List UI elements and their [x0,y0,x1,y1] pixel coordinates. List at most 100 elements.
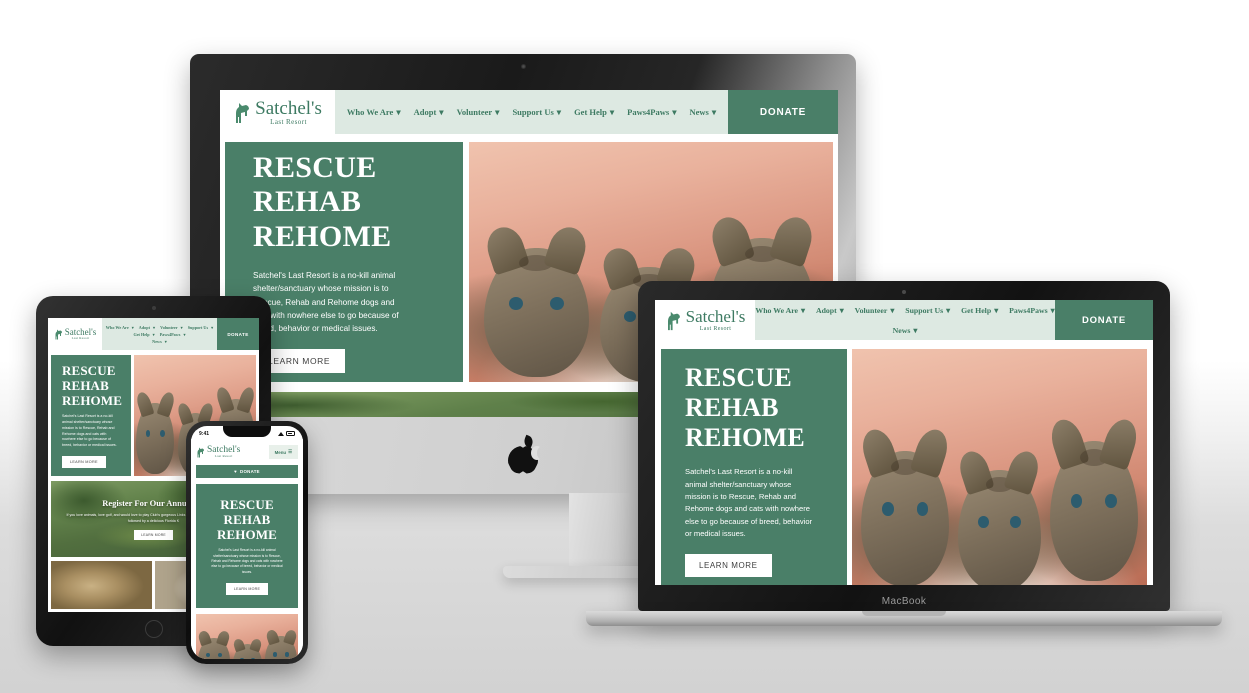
chevron-down-icon: ▾ [152,324,156,330]
chevron-down-icon: ▾ [711,106,717,117]
hero-learn-more-button[interactable]: LEARN MORE [685,554,772,578]
hero-text-panel: RESCUE REHAB REHOME Satchel's Last Resor… [661,349,847,585]
nav-list: Who We Are ▾ Adopt ▾ Volunteer ▾ Support Us… [347,107,716,118]
golf-learn-more-button[interactable]: LEARN MORE [134,529,173,540]
nav-item-support-us[interactable]: Support Us ▾ [188,325,213,330]
macbook-device: Satchel's Last Resort Who We Are ▾ Adopt ▾… [586,281,1222,641]
wifi-icon [278,431,284,436]
nav-item-paws4paws[interactable]: Paws4Paws ▾ [1009,306,1054,315]
site-logo[interactable]: Satchel's Last Resort [48,318,102,350]
hero-heading-line-3: REHOME [253,220,392,254]
kitten-left [198,637,230,659]
chevron-down-icon: ▾ [439,106,444,117]
dog-silhouette-icon [55,329,62,340]
kitten-right [1049,440,1139,582]
chevron-down-icon: ▾ [556,106,562,117]
chevron-down-icon: ▾ [211,324,214,330]
hero-heading-line-1: RESCUE [685,362,793,392]
hero-learn-more-button[interactable]: LEARN MORE [62,456,106,469]
imac-webcam-icon [520,64,526,69]
logo-tagline: Last Resort [270,117,307,126]
macbook-trackpad-notch [862,611,946,616]
donate-button[interactable]: DONATE [728,90,838,134]
hero-heading-line-2: REHAB [685,393,779,423]
iphone-device: 9:41 Satchel's Last Resort Menu ☰ ♥ DONA… [186,421,308,664]
iphone-notch [223,426,271,437]
nav-item-news[interactable]: News ▾ [689,107,716,118]
donate-button[interactable]: DONATE [1055,300,1153,340]
nav-list: Who We Are ▾ Adopt ▾ Volunteer ▾ Support Us… [755,306,1055,335]
nav-item-who-we-are[interactable]: Who We Are ▾ [106,325,134,330]
chevron-down-icon: ▾ [839,305,844,315]
chevron-down-icon: ▾ [890,305,895,315]
nav-item-adopt[interactable]: Adopt ▾ [414,107,444,118]
gallery-photo-shaggy-dog[interactable] [51,561,152,609]
kitten-left [136,403,175,474]
kitten-center [958,470,1041,585]
hero-heading-line-3: REHOME [685,423,806,453]
hero-body-text: Satchel's Last Resort is a no-kill anima… [211,548,283,574]
ipad-home-button[interactable] [144,620,163,638]
hero-heading-line-3: REHOME [216,527,277,543]
nav-item-adopt[interactable]: Adopt ▾ [816,306,844,315]
chevron-down-icon: ▾ [131,324,134,330]
site-header: Satchel's Last Resort Who We Are ▾ Adopt ▾… [48,318,259,350]
nav-item-support-us[interactable]: Support Us ▾ [905,306,950,315]
hero-text-panel: RESCUE REHAB REHOME Satchel's Last Resor… [51,355,131,476]
status-time: 9:41 [199,430,210,437]
dog-silhouette-icon [236,103,250,123]
kitten-left [483,247,590,378]
site-logo[interactable]: Satchel's Last Resort [196,445,269,459]
nav-item-get-help[interactable]: Get Help ▾ [961,306,998,315]
chevron-down-icon: ▾ [672,106,677,117]
hero-body-text: Satchel's Last Resort is a no-kill anima… [253,271,399,334]
site-header: Satchel's Last Resort Who We Are ▾ Adopt ▾… [220,90,838,134]
hero-heading-line-3: REHOME [62,393,123,409]
ipad-camera-icon [151,306,156,310]
nav-item-volunteer[interactable]: Volunteer ▾ [457,107,500,118]
nav-item-adopt[interactable]: Adopt ▾ [139,325,155,330]
chevron-down-icon: ▾ [609,106,615,117]
chevron-down-icon: ▾ [183,331,186,337]
main-navigation: Who We Are ▾ Adopt ▾ Volunteer ▾ Support Us… [102,318,217,350]
nav-item-volunteer[interactable]: Volunteer ▾ [855,306,895,315]
chevron-down-icon: ▾ [396,106,401,117]
macbook-brand-label: MacBook [881,596,927,607]
nav-item-news[interactable]: News ▾ [893,326,918,335]
mobile-menu-label: Menu [274,449,287,455]
nav-item-get-help[interactable]: Get Help ▾ [133,332,154,337]
site-header: Satchel's Last Resort Who We Are ▾ Adopt ▾… [655,300,1153,340]
battery-icon [286,431,295,436]
dog-silhouette-icon [667,311,680,331]
nav-item-support-us[interactable]: Support Us ▾ [512,107,561,118]
hero-learn-more-button[interactable]: LEARN MORE [225,582,269,595]
nav-item-volunteer[interactable]: Volunteer ▾ [160,325,183,330]
kitten-center [232,644,263,659]
iphone-screen: 9:41 Satchel's Last Resort Menu ☰ ♥ DONA… [191,426,303,659]
heart-icon: ♥ [234,469,238,474]
chevron-down-icon: ▾ [1050,305,1055,315]
nav-item-who-we-are[interactable]: Who We Are ▾ [347,107,401,118]
nav-item-news[interactable]: News ▾ [104,339,216,344]
hero-heading-line-2: REHAB [223,512,271,528]
hero-body-text: Satchel's Last Resort is a no-kill anima… [62,414,117,448]
hero-heading-line-2: REHAB [253,185,362,219]
logo-tagline: Last Resort [214,454,233,459]
hero-section: RESCUE REHAB REHOME Satchel's Last Resor… [655,340,1153,585]
kitten-right [265,636,297,659]
nav-item-get-help[interactable]: Get Help ▾ [574,107,614,118]
hero-heading-line-2: REHAB [62,378,109,394]
website-mobile: Satchel's Last Resort Menu ☰ ♥ DONATE RE… [191,439,303,659]
mobile-donate-bar[interactable]: ♥ DONATE [196,465,298,478]
site-logo[interactable]: Satchel's Last Resort [220,90,335,134]
donate-button[interactable]: DONATE [217,318,259,350]
site-logo[interactable]: Satchel's Last Resort [655,300,755,340]
apple-logo-icon [508,434,538,474]
hero-heading-line-1: RESCUE [62,362,116,378]
nav-item-paws4paws[interactable]: Paws4Paws ▾ [160,332,186,337]
hero-heading-line-1: RESCUE [220,497,274,512]
dog-silhouette-icon [197,447,204,458]
mobile-menu-button[interactable]: Menu ☰ [268,445,298,459]
nav-item-paws4paws[interactable]: Paws4Paws ▾ [627,107,676,118]
nav-item-who-we-are[interactable]: Who We Are ▾ [755,306,805,315]
